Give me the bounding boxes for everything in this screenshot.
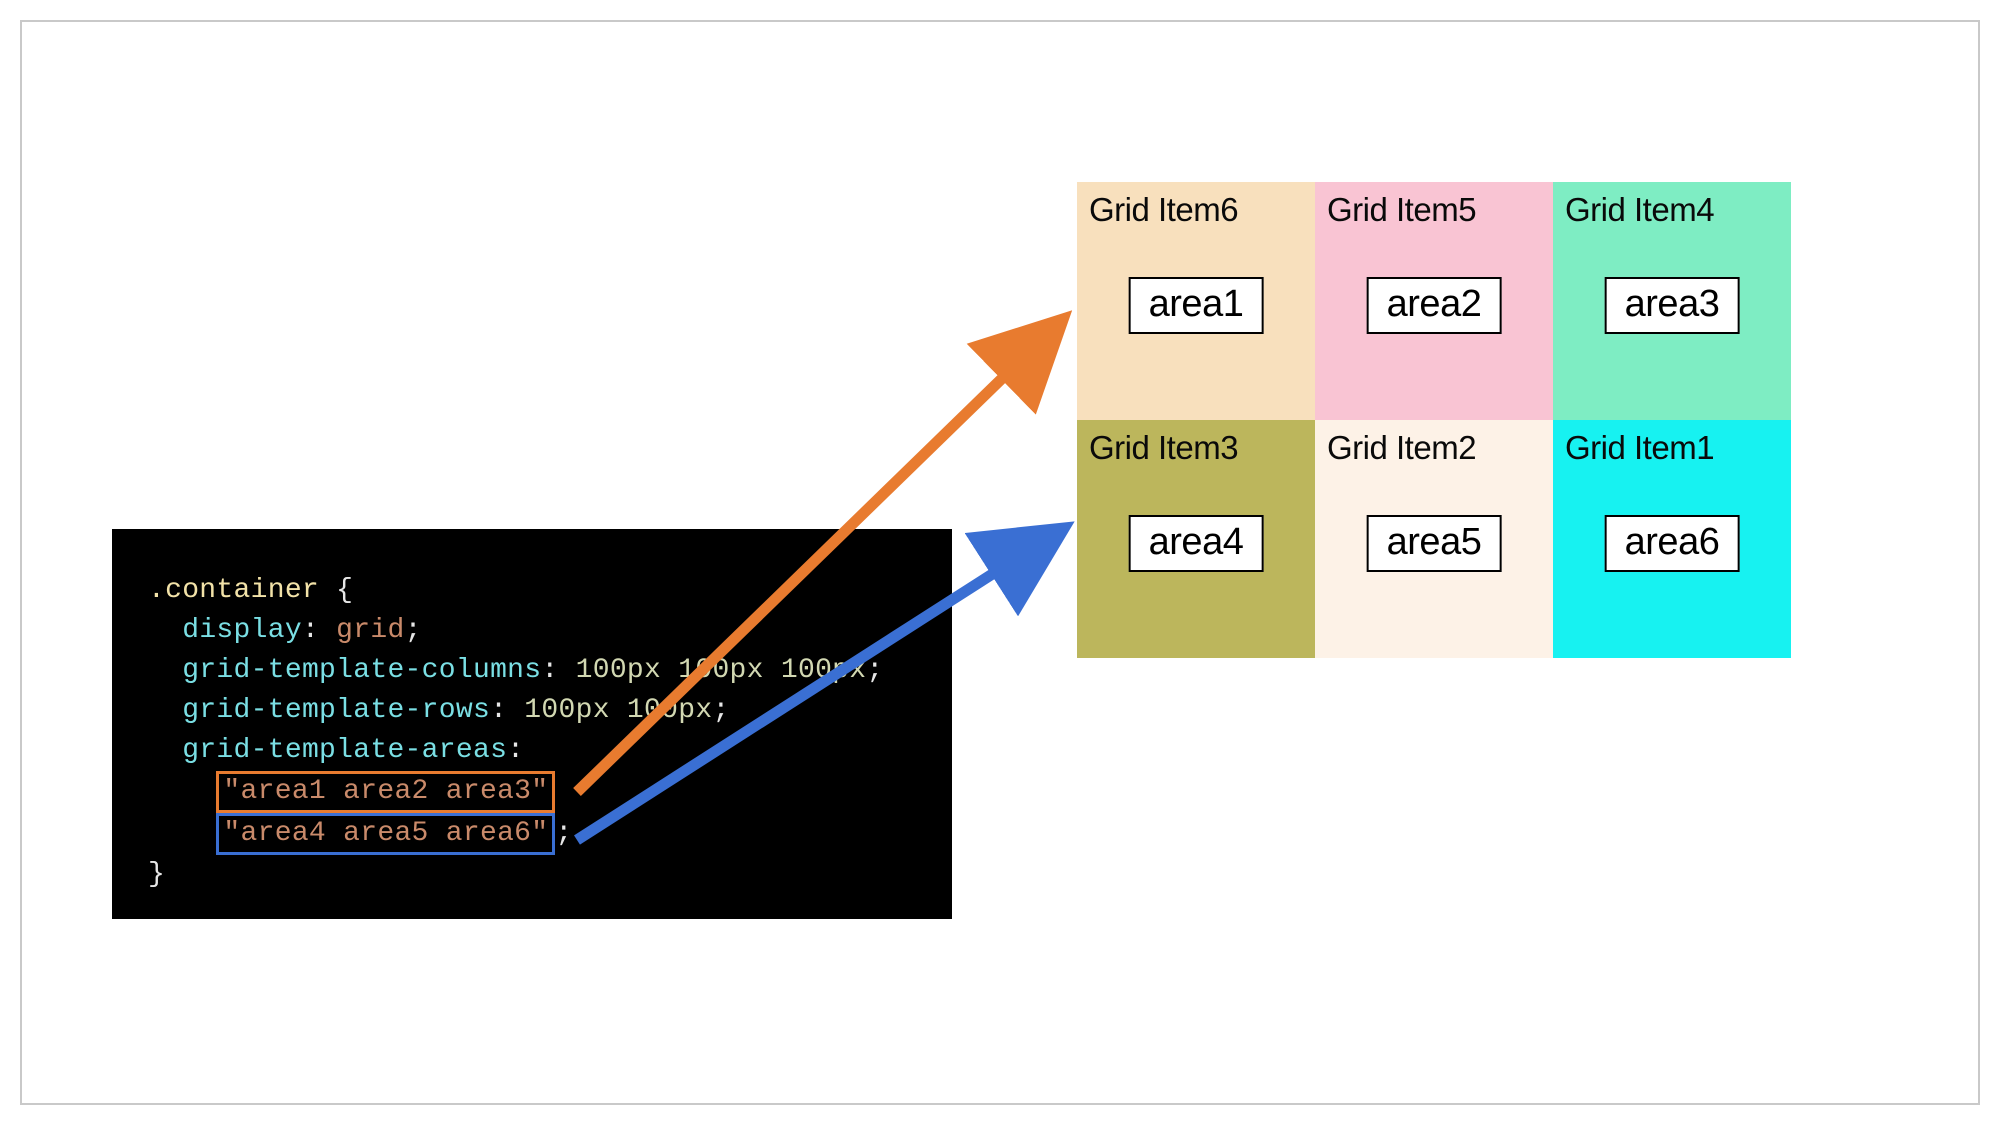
grid-cell-title: Grid Item2 — [1327, 430, 1541, 466]
code-prop-cols: grid-template-columns — [182, 655, 541, 686]
grid-cell-area-label: area4 — [1129, 515, 1264, 572]
grid-cell-title: Grid Item6 — [1089, 192, 1303, 228]
code-area-row1: "area1 area2 area3" — [223, 776, 548, 807]
code-selector: .container — [148, 575, 319, 606]
highlight-area-row1: "area1 area2 area3" — [216, 771, 555, 813]
grid-cell-area-label: area5 — [1367, 515, 1502, 572]
grid-cell: Grid Item1 area6 — [1553, 420, 1791, 658]
grid-cell: Grid Item5 area2 — [1315, 182, 1553, 420]
code-prop-rows: grid-template-rows — [182, 695, 490, 726]
grid-cell-title: Grid Item1 — [1565, 430, 1779, 466]
code-prop-areas: grid-template-areas — [182, 735, 507, 766]
grid-cell-title: Grid Item5 — [1327, 192, 1541, 228]
code-area-row2: "area4 area5 area6" — [223, 818, 548, 849]
close-brace: } — [148, 859, 165, 890]
grid-cell-title: Grid Item3 — [1089, 430, 1303, 466]
highlight-area-row2: "area4 area5 area6" — [216, 813, 555, 855]
grid-cell-area-label: area1 — [1129, 277, 1264, 334]
grid-cell-title: Grid Item4 — [1565, 192, 1779, 228]
code-val-display: grid — [336, 615, 404, 646]
grid-cell-area-label: area6 — [1605, 515, 1740, 572]
open-brace: { — [336, 575, 353, 606]
grid-demo: Grid Item6 area1 Grid Item5 area2 Grid I… — [1077, 182, 1791, 658]
grid-cell-area-label: area2 — [1367, 277, 1502, 334]
code-prop-display: display — [182, 615, 302, 646]
grid-cell: Grid Item4 area3 — [1553, 182, 1791, 420]
grid-cell: Grid Item3 area4 — [1077, 420, 1315, 658]
diagram-stage: .container { display: grid; grid-templat… — [20, 20, 1980, 1105]
grid-cell: Grid Item6 area1 — [1077, 182, 1315, 420]
grid-cell-area-label: area3 — [1605, 277, 1740, 334]
css-code-block: .container { display: grid; grid-templat… — [112, 529, 952, 919]
grid-cell: Grid Item2 area5 — [1315, 420, 1553, 658]
